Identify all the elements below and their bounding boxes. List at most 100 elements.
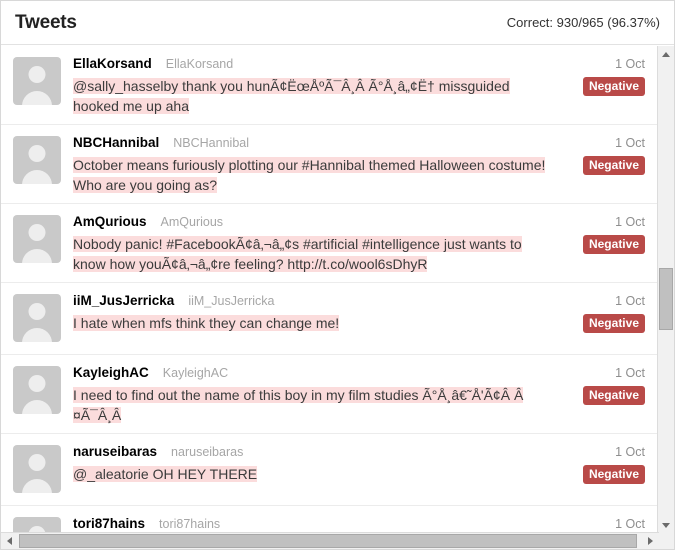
tweet-author-line: tori87hains tori87hains — [73, 514, 557, 534]
tweet-author-line: AmQurious AmQurious — [73, 212, 557, 232]
tweet-text-highlight: I need to find out the name of this boy … — [73, 387, 524, 423]
tweet-meta: 1 Oct Negative — [563, 54, 649, 116]
tweet-author-line: EllaKorsand EllaKorsand — [73, 54, 557, 74]
tweet-author-handle[interactable]: AmQurious — [161, 212, 224, 232]
tweet-meta: 1 Oct Negative — [563, 363, 649, 425]
tweet-author-name[interactable]: NBCHannibal — [73, 133, 159, 153]
tweets-panel: Tweets Correct: 930/965 (96.37%) EllaKor… — [0, 0, 675, 550]
tweet-text-highlight: I hate when mfs think they can change me… — [73, 315, 340, 331]
tweet-author-handle[interactable]: KayleighAC — [163, 363, 228, 383]
scroll-up-arrow-icon — [662, 52, 670, 57]
tweet-author-name[interactable]: iiM_JusJerricka — [73, 291, 174, 311]
tweet-row[interactable]: KayleighAC KayleighAC I need to find out t… — [1, 355, 659, 434]
scroll-left-button[interactable] — [1, 533, 18, 549]
status-badge[interactable]: Negative — [582, 77, 645, 96]
tweet-row[interactable]: AmQurious AmQurious Nobody panic! #Faceboo… — [1, 204, 659, 283]
default-avatar-icon — [13, 294, 61, 342]
tweet-content: AmQurious AmQurious Nobody panic! #Faceboo… — [61, 212, 563, 274]
accuracy-status: Correct: 930/965 (96.37%) — [506, 15, 660, 30]
tweet-text: Nobody panic! #FacebookÃ¢â‚¬â„¢s #artifi… — [73, 234, 557, 274]
status-badge[interactable]: Negative — [582, 235, 645, 254]
tweet-date: 1 Oct — [615, 136, 645, 150]
tweets-list-viewport[interactable]: EllaKorsand EllaKorsand @sally_hasselby th… — [1, 46, 659, 534]
tweet-author-handle[interactable]: tori87hains — [159, 514, 220, 534]
scroll-right-button[interactable] — [642, 533, 659, 549]
avatar-body-shape — [22, 328, 52, 342]
tweet-date: 1 Oct — [615, 517, 645, 531]
tweet-text: I hate when mfs think they can change me… — [73, 313, 557, 333]
avatar-body-shape — [22, 479, 52, 493]
status-badge[interactable]: Negative — [582, 465, 645, 484]
tweet-row[interactable]: iiM_JusJerricka iiM_JusJerricka I hate whe… — [1, 283, 659, 355]
avatar-head-shape — [28, 303, 46, 320]
tweet-author-name[interactable]: tori87hains — [73, 514, 145, 534]
default-avatar-icon — [13, 445, 61, 493]
tweet-author-line: naruseibaras naruseibaras — [73, 442, 557, 462]
tweet-content: iiM_JusJerricka iiM_JusJerricka I hate whe… — [61, 291, 563, 346]
avatar-head-shape — [28, 375, 46, 392]
default-avatar-icon — [13, 57, 61, 105]
tweet-text: @_aleatorie OH HEY THERE — [73, 464, 557, 484]
avatar-body-shape — [22, 170, 52, 184]
tweet-content: naruseibaras naruseibaras @_aleatorie OH H… — [61, 442, 563, 497]
tweet-row[interactable]: EllaKorsand EllaKorsand @sally_hasselby th… — [1, 46, 659, 125]
scroll-left-arrow-icon — [7, 537, 12, 545]
tweet-row[interactable]: naruseibaras naruseibaras @_aleatorie OH H… — [1, 434, 659, 506]
default-avatar-icon — [13, 366, 61, 414]
avatar-body-shape — [22, 249, 52, 263]
default-avatar-icon — [13, 136, 61, 184]
scrollbar-corner — [659, 532, 674, 549]
tweet-text-highlight: October means furiously plotting our #Ha… — [73, 157, 546, 193]
tweet-row[interactable]: tori87hainstori87hains@BritishBakeOff im… — [1, 506, 659, 534]
scroll-down-arrow-icon — [662, 523, 670, 528]
tweet-author-handle[interactable]: naruseibaras — [171, 442, 243, 462]
tweet-content: tori87hainstori87hains@BritishBakeOff im… — [61, 514, 563, 534]
panel-header: Tweets Correct: 930/965 (96.37%) — [1, 1, 674, 45]
tweet-content: EllaKorsand EllaKorsand @sally_hasselby th… — [61, 54, 563, 116]
tweet-date: 1 Oct — [615, 294, 645, 308]
tweet-content: NBCHannibal NBCHannibal October means furi… — [61, 133, 563, 195]
tweet-text: @sally_hasselby thank you hunÃ¢ËœÅºÃ¯Â¸Â… — [73, 76, 557, 116]
tweet-author-handle[interactable]: iiM_JusJerricka — [188, 291, 274, 311]
tweet-meta: 1 Oct Negative — [563, 442, 649, 497]
tweet-text-highlight: @_aleatorie OH HEY THERE — [73, 466, 258, 482]
horizontal-scrollbar-thumb[interactable] — [19, 534, 637, 548]
tweet-author-name[interactable]: naruseibaras — [73, 442, 157, 462]
tweet-author-name[interactable]: KayleighAC — [73, 363, 149, 383]
tweet-text-highlight: Nobody panic! #FacebookÃ¢â‚¬â„¢s #artifi… — [73, 236, 522, 272]
tweet-meta: 1 Oct Negative — [563, 212, 649, 274]
scroll-up-button[interactable] — [658, 46, 674, 63]
avatar-head-shape — [28, 224, 46, 241]
status-badge[interactable]: Negative — [582, 156, 645, 175]
tweet-text: I need to find out the name of this boy … — [73, 385, 557, 425]
tweet-date: 1 Oct — [615, 366, 645, 380]
status-badge[interactable]: Negative — [582, 386, 645, 405]
scroll-right-arrow-icon — [648, 537, 653, 545]
default-avatar-icon — [13, 215, 61, 263]
avatar-body-shape — [22, 400, 52, 414]
tweet-meta: 1 Oct Negative — [563, 291, 649, 346]
vertical-scrollbar-thumb[interactable] — [659, 268, 673, 330]
tweet-meta: 1 Oct Negative — [563, 133, 649, 195]
page-title: Tweets — [15, 11, 77, 33]
avatar-head-shape — [28, 145, 46, 162]
tweet-text: October means furiously plotting our #Ha… — [73, 155, 557, 195]
status-badge[interactable]: Negative — [582, 314, 645, 333]
horizontal-scrollbar[interactable] — [1, 532, 674, 549]
tweet-content: KayleighAC KayleighAC I need to find out t… — [61, 363, 563, 425]
vertical-scrollbar[interactable] — [657, 46, 674, 534]
tweet-author-line: iiM_JusJerricka iiM_JusJerricka — [73, 291, 557, 311]
tweet-author-handle[interactable]: EllaKorsand — [166, 54, 233, 74]
tweet-text-highlight: @sally_hasselby thank you hunÃ¢ËœÅºÃ¯Â¸Â… — [73, 78, 510, 114]
tweet-author-name[interactable]: AmQurious — [73, 212, 147, 232]
tweet-author-handle[interactable]: NBCHannibal — [173, 133, 249, 153]
tweet-date: 1 Oct — [615, 215, 645, 229]
tweet-author-line: NBCHannibal NBCHannibal — [73, 133, 557, 153]
avatar-head-shape — [28, 66, 46, 83]
tweet-date: 1 Oct — [615, 445, 645, 459]
tweet-author-name[interactable]: EllaKorsand — [73, 54, 152, 74]
tweet-row[interactable]: NBCHannibal NBCHannibal October means furi… — [1, 125, 659, 204]
tweets-list: EllaKorsand EllaKorsand @sally_hasselby th… — [1, 46, 659, 534]
tweet-author-line: KayleighAC KayleighAC — [73, 363, 557, 383]
avatar-body-shape — [22, 91, 52, 105]
